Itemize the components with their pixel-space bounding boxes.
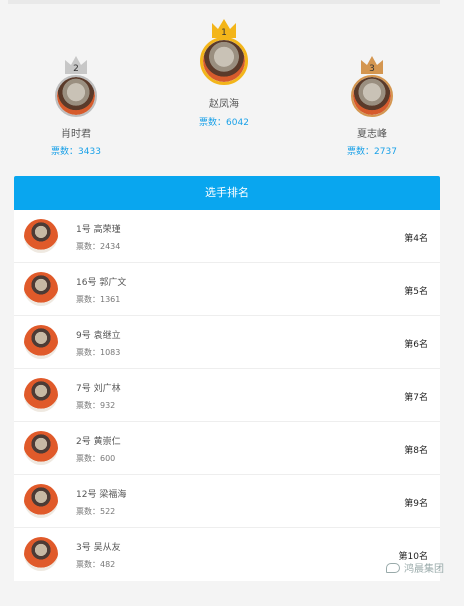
silver-crown-icon: 2 <box>65 56 87 74</box>
podium: 2 肖时君 票数：3433 1 赵凤海 票数：6042 3 夏志峰 票数：273… <box>8 0 440 176</box>
contestant-votes: 票数：1083 <box>76 348 121 357</box>
contestant-name: 7号 刘广林 <box>76 384 121 394</box>
contestant-rank: 第8名 <box>404 446 428 456</box>
winner-name: 赵凤海 <box>209 99 239 110</box>
avatar <box>24 325 58 359</box>
ranking-header: 选手排名 <box>14 176 440 210</box>
avatar <box>24 219 58 253</box>
contestant-name: 2号 黄崇仁 <box>76 437 121 447</box>
contestant-votes: 票数：932 <box>76 401 116 410</box>
watermark-text: 鸿晨集团 <box>404 564 444 575</box>
winner-votes: 票数：6042 <box>199 118 249 128</box>
podium-second[interactable]: 2 肖时君 票数：3433 <box>48 54 104 160</box>
avatar <box>24 272 58 306</box>
winner-name: 肖时君 <box>61 129 91 140</box>
podium-first[interactable]: 1 赵凤海 票数：6042 <box>198 18 250 128</box>
avatar <box>24 378 58 412</box>
voting-page: 2 肖时君 票数：3433 1 赵凤海 票数：6042 3 夏志峰 票数：273… <box>8 0 456 606</box>
contestant-votes: 票数：2434 <box>76 242 121 251</box>
avatar <box>351 75 393 117</box>
list-item[interactable]: 16号 郭广文 票数：1361 第5名 <box>14 263 440 316</box>
podium-third[interactable]: 3 夏志峰 票数：2737 <box>344 54 400 160</box>
avatar <box>55 75 97 117</box>
wechat-icon <box>386 563 400 573</box>
list-item[interactable]: 3号 吴从友 票数：482 第10名 <box>14 528 440 581</box>
contestant-rank: 第7名 <box>404 393 428 403</box>
winner-name: 夏志峰 <box>357 129 387 140</box>
avatar <box>24 431 58 465</box>
contestant-name: 3号 吴从友 <box>76 543 121 553</box>
bronze-crown-icon: 3 <box>361 56 383 74</box>
contestant-name: 9号 袁继立 <box>76 331 121 341</box>
list-item[interactable]: 7号 刘广林 票数：932 第7名 <box>14 369 440 422</box>
contestant-rank: 第5名 <box>404 287 428 297</box>
contestant-votes: 票数：482 <box>76 560 116 569</box>
list-item[interactable]: 1号 高荣瑾 票数：2434 第4名 <box>14 210 440 263</box>
list-item[interactable]: 2号 黄崇仁 票数：600 第8名 <box>14 422 440 475</box>
list-item[interactable]: 9号 袁继立 票数：1083 第6名 <box>14 316 440 369</box>
contestant-name: 1号 高荣瑾 <box>76 225 121 235</box>
winner-votes: 票数：2737 <box>347 147 397 157</box>
winner-votes: 票数：3433 <box>51 147 101 157</box>
watermark: 鸿晨集团 <box>386 560 444 575</box>
ranking-list: 1号 高荣瑾 票数：2434 第4名 16号 郭广文 票数：1361 第5名 9… <box>14 210 440 581</box>
contestant-votes: 票数：522 <box>76 507 116 516</box>
contestant-name: 16号 郭广文 <box>76 278 127 288</box>
avatar <box>24 484 58 518</box>
contestant-rank: 第9名 <box>404 499 428 509</box>
contestant-votes: 票数：600 <box>76 454 116 463</box>
list-item[interactable]: 12号 梁福海 票数：522 第9名 <box>14 475 440 528</box>
svg-text:2: 2 <box>73 64 79 74</box>
contestant-rank: 第6名 <box>404 340 428 350</box>
avatar <box>200 37 248 85</box>
avatar <box>24 537 58 571</box>
svg-text:3: 3 <box>369 64 375 74</box>
contestant-rank: 第4名 <box>404 234 428 244</box>
contestant-name: 12号 梁福海 <box>76 490 127 500</box>
contestant-votes: 票数：1361 <box>76 295 121 304</box>
